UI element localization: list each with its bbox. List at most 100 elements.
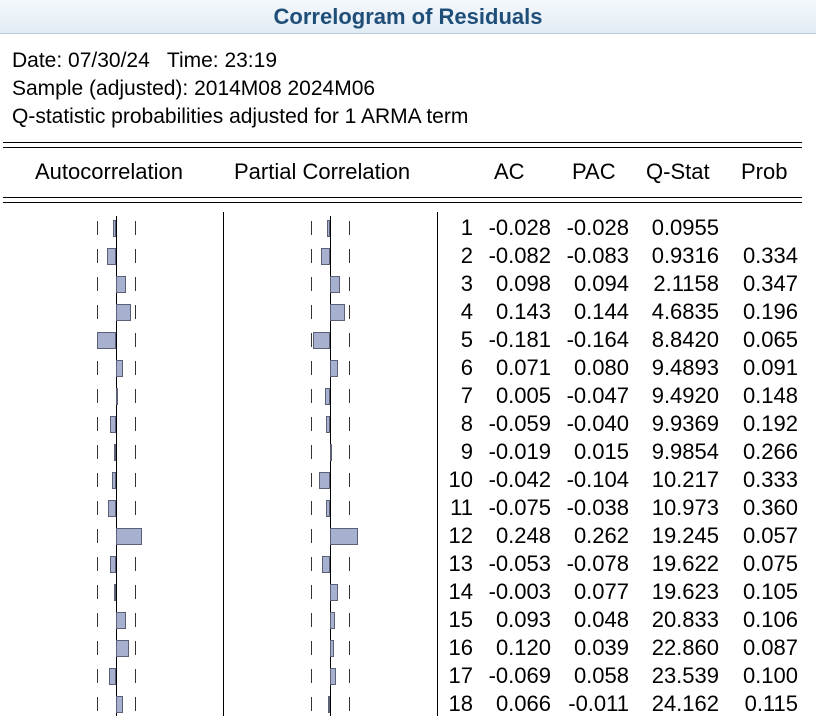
ac-bar xyxy=(116,528,142,545)
pac-bound-tick xyxy=(349,333,350,347)
pac-cell: -0.104 xyxy=(566,467,629,492)
lag-cell: 2 xyxy=(460,243,473,268)
pac-bound-tick xyxy=(311,249,312,263)
header-pac: PAC xyxy=(572,159,616,184)
prob-cell: 0.360 xyxy=(742,495,798,520)
ac-cell: -0.075 xyxy=(488,495,551,520)
ac-bar xyxy=(110,556,116,573)
prob-cell: 0.148 xyxy=(742,383,798,408)
header-ac: AC xyxy=(494,159,525,184)
ac-cell: -0.059 xyxy=(488,411,551,436)
pac-bound-tick xyxy=(349,249,350,263)
pac-bar xyxy=(319,472,330,489)
ac-bound-tick xyxy=(97,669,98,683)
ac-cell: -0.069 xyxy=(488,663,551,688)
column-divider-1 xyxy=(223,212,224,716)
sample-line: Sample (adjusted): 2014M08 2024M06 xyxy=(12,77,376,100)
header-rule-2 xyxy=(3,202,802,203)
pac-bound-tick xyxy=(311,361,312,375)
ac-bound-tick xyxy=(97,361,98,375)
ac-bound-tick xyxy=(97,277,98,291)
prob-cell: 0.091 xyxy=(742,355,798,380)
ac-bound-tick xyxy=(97,305,98,319)
qstat-cell: 19.622 xyxy=(651,551,719,576)
pac-bound-tick xyxy=(311,333,312,347)
lag-cell: 1 xyxy=(460,215,473,240)
ac-bound-tick xyxy=(135,333,136,347)
lag-cell: 4 xyxy=(460,299,473,324)
ac-bar xyxy=(116,612,126,629)
pac-bound-tick xyxy=(311,641,312,655)
prob-cell: 0.334 xyxy=(742,243,798,268)
window-title: Correlogram of Residuals xyxy=(273,4,543,29)
prob-cell: 0.192 xyxy=(742,411,798,436)
qstat-cell: 0.9316 xyxy=(651,243,719,268)
pac-cell: -0.028 xyxy=(566,215,629,240)
ac-bound-tick xyxy=(97,221,98,235)
ac-bound-tick xyxy=(97,641,98,655)
pac-bound-tick xyxy=(311,669,312,683)
pac-cell: -0.078 xyxy=(566,551,629,576)
pac-cell: 0.015 xyxy=(573,439,629,464)
prob-cell: 0.333 xyxy=(742,467,798,492)
prob-cell: 0.065 xyxy=(742,327,798,352)
lag-cell: 8 xyxy=(460,411,473,436)
top-rule-2 xyxy=(3,147,802,148)
pac-cell: 0.094 xyxy=(573,271,629,296)
prob-cell: 0.087 xyxy=(742,635,798,660)
ac-bar xyxy=(113,220,116,237)
qstat-cell: 4.6835 xyxy=(651,299,719,324)
ac-cell: -0.003 xyxy=(488,579,551,604)
ac-bar xyxy=(114,584,116,601)
pac-cell: -0.164 xyxy=(566,327,629,352)
pac-bound-tick xyxy=(349,641,350,655)
ac-bar xyxy=(116,276,126,293)
pac-bound-tick xyxy=(349,697,350,711)
ac-cell: 0.071 xyxy=(495,355,551,380)
ac-bound-tick xyxy=(135,249,136,263)
pac-cell: 0.048 xyxy=(573,607,629,632)
ac-cell: 0.098 xyxy=(495,271,551,296)
lag-cell: 12 xyxy=(448,523,473,548)
pac-bound-tick xyxy=(349,669,350,683)
ac-bar xyxy=(116,304,131,321)
qstat-cell: 8.8420 xyxy=(651,327,719,352)
ac-bound-tick xyxy=(135,305,136,319)
ac-cell: 0.066 xyxy=(495,691,551,716)
ac-cell: -0.042 xyxy=(488,467,551,492)
ac-bar xyxy=(116,696,123,713)
ac-cell: 0.143 xyxy=(495,299,551,324)
header-autocorrelation: Autocorrelation xyxy=(35,159,183,184)
qstat-cell: 0.0955 xyxy=(651,215,719,240)
ac-bound-tick xyxy=(135,473,136,487)
ac-bar xyxy=(116,640,129,657)
prob-cell: 0.105 xyxy=(742,579,798,604)
lag-cell: 13 xyxy=(448,551,473,576)
lag-cell: 15 xyxy=(448,607,473,632)
ac-bar xyxy=(107,248,116,265)
pac-bound-tick xyxy=(311,557,312,571)
lag-cell: 16 xyxy=(448,635,473,660)
pac-bar xyxy=(330,276,340,293)
ac-bound-tick xyxy=(97,445,98,459)
pac-bar xyxy=(330,528,358,545)
qstat-cell: 24.162 xyxy=(651,691,719,716)
lag-cell: 3 xyxy=(460,271,473,296)
pac-cell: 0.039 xyxy=(573,635,629,660)
qstat-cell: 10.217 xyxy=(651,467,719,492)
ac-bound-tick xyxy=(135,613,136,627)
ac-cell: -0.053 xyxy=(488,551,551,576)
qstat-cell: 23.539 xyxy=(651,663,719,688)
lag-cell: 11 xyxy=(450,495,473,520)
pac-bound-tick xyxy=(311,473,312,487)
prob-cell: 0.075 xyxy=(742,551,798,576)
ac-bound-tick xyxy=(135,445,136,459)
ac-bound-tick xyxy=(97,557,98,571)
pac-bound-tick xyxy=(311,445,312,459)
ac-bound-tick xyxy=(97,249,98,263)
pac-bound-tick xyxy=(311,221,312,235)
ac-bound-tick xyxy=(97,585,98,599)
pac-bar xyxy=(330,584,338,601)
ac-bound-tick xyxy=(97,697,98,711)
pac-bound-tick xyxy=(349,361,350,375)
